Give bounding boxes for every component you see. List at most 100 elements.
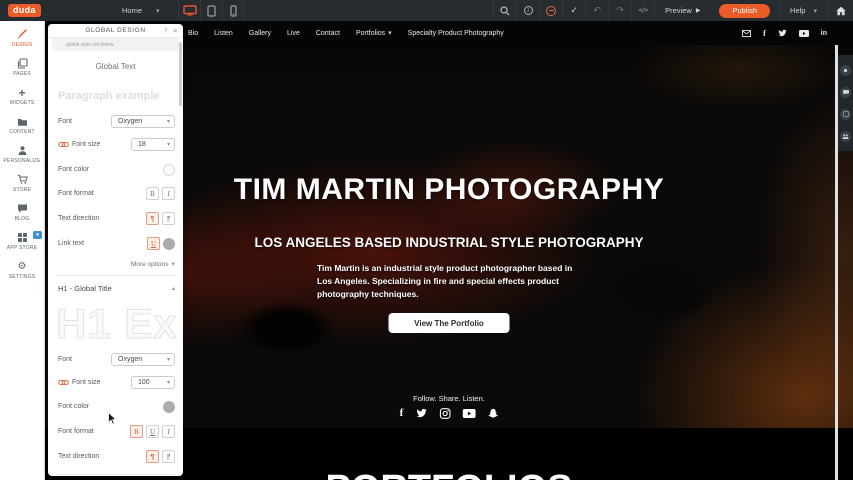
sidebar-item-personalize[interactable]: PERSONALIZE <box>0 140 44 169</box>
chevron-down-icon: ▾ <box>167 356 170 363</box>
snapchat-icon[interactable] <box>487 408 498 419</box>
nav-item-portfolios[interactable]: Portfolios ▾ <box>356 29 392 37</box>
font-format-label: Font format <box>58 428 94 435</box>
nav-item-bio[interactable]: Bio <box>188 30 198 37</box>
direction-ltr-button[interactable]: ¶ <box>146 212 159 225</box>
direction-ltr-button[interactable]: ¶ <box>146 450 159 463</box>
youtube-icon[interactable] <box>462 409 475 418</box>
sidebar-item-content[interactable]: CONTENT <box>0 111 44 140</box>
comments-button[interactable] <box>840 87 851 98</box>
help-menu[interactable]: Help ▾ <box>779 0 827 21</box>
font-color-swatch[interactable] <box>163 164 175 176</box>
h1-section-header[interactable]: H1 - Global Title ▴ <box>58 284 175 293</box>
sidebar-item-pages[interactable]: PAGES <box>0 53 44 82</box>
person-icon <box>17 145 28 156</box>
page-selector-label: Home <box>122 6 142 15</box>
close-icon[interactable]: ✕ <box>173 27 178 35</box>
help-icon[interactable]: ? <box>164 28 168 35</box>
layers-button[interactable] <box>840 109 851 120</box>
font-size-label: Font size <box>72 379 100 386</box>
collapse-icon: ▴ <box>172 285 175 292</box>
linkedin-icon[interactable]: in <box>821 30 827 37</box>
help-label: Help <box>790 6 805 15</box>
tablet-view-button[interactable] <box>200 0 222 21</box>
sidebar-item-store[interactable]: STORE <box>0 169 44 198</box>
dev-mode-button[interactable]: </> <box>631 0 654 21</box>
code-icon: </> <box>638 7 647 14</box>
view-portfolio-button[interactable]: View The Portfolio <box>389 313 510 333</box>
facebook-icon[interactable]: f <box>763 29 766 38</box>
sidebar-item-settings[interactable]: ⚙ SETTINGS <box>0 256 44 285</box>
folder-icon <box>17 116 28 127</box>
direction-rtl-button[interactable]: ¶ <box>162 450 175 463</box>
email-icon[interactable] <box>742 30 751 37</box>
text-direction-row: Text direction ¶ ¶ <box>58 449 175 464</box>
h1-style-preview: H1 Exa <box>56 300 178 348</box>
desktop-icon <box>183 5 197 16</box>
italic-button[interactable]: I <box>162 425 175 438</box>
minus-circle-icon <box>546 6 556 16</box>
nav-item-specialty[interactable]: Specialty Product Photography <box>408 30 504 37</box>
device-switcher <box>178 0 244 21</box>
bold-button[interactable]: B <box>146 187 159 200</box>
font-size-select[interactable]: 100 ▾ <box>131 376 175 389</box>
font-label: Font <box>58 356 72 363</box>
more-options-link[interactable]: More options ▾ <box>131 260 175 268</box>
page-selector[interactable]: Home ▾ <box>122 6 160 15</box>
twitter-icon[interactable] <box>778 29 787 37</box>
sidebar-item-app-store[interactable]: APP STORE ★ <box>0 227 44 256</box>
font-size-select[interactable]: 18 ▾ <box>131 138 175 151</box>
instagram-icon[interactable] <box>439 408 450 419</box>
direction-rtl-button[interactable]: ¶ <box>162 212 175 225</box>
play-icon: ▶ <box>696 7 701 14</box>
chevron-down-icon: ▾ <box>167 379 170 386</box>
editor-sidebar: DESIGN PAGES + WIDGETS CONTENT PERSONALI… <box>0 21 45 480</box>
link-color-swatch[interactable] <box>163 238 175 250</box>
nav-item-gallery[interactable]: Gallery <box>249 30 271 37</box>
panel-scrollbar[interactable] <box>179 42 182 106</box>
chevron-down-icon: ▾ <box>167 118 170 125</box>
sidebar-item-label: BLOG <box>15 216 30 222</box>
link-text-label: Link text <box>58 240 84 247</box>
nav-item-contact[interactable]: Contact <box>316 30 340 37</box>
tablet-icon <box>207 5 216 17</box>
screenshot-button[interactable] <box>840 65 851 76</box>
status-button[interactable] <box>539 0 562 21</box>
italic-button[interactable]: I <box>162 187 175 200</box>
redo-button[interactable]: ↷ <box>608 0 631 21</box>
font-select[interactable]: Oxygen ▾ <box>111 115 175 128</box>
team-icon <box>842 134 849 139</box>
sidebar-item-blog[interactable]: BLOG <box>0 198 44 227</box>
font-value: Oxygen <box>118 356 142 363</box>
dashboard-home-button[interactable] <box>827 0 853 21</box>
sidebar-item-design[interactable]: DESIGN <box>0 24 44 53</box>
text-direction-label: Text direction <box>58 453 99 460</box>
more-options-label: More options <box>131 261 169 268</box>
youtube-icon[interactable] <box>799 30 809 37</box>
undo-button[interactable]: ↶ <box>585 0 608 21</box>
preview-button[interactable]: Preview ▶ <box>654 0 710 21</box>
mobile-view-button[interactable] <box>222 0 244 21</box>
bold-button[interactable]: B <box>130 425 143 438</box>
font-select[interactable]: Oxygen ▾ <box>111 353 175 366</box>
camera-icon <box>843 68 848 73</box>
info-button[interactable]: i <box>516 0 539 21</box>
nav-item-listen[interactable]: Listen <box>214 30 233 37</box>
app-store-badge: ★ <box>33 231 42 239</box>
pages-icon <box>17 58 28 69</box>
team-button[interactable] <box>840 131 851 142</box>
nav-item-live[interactable]: Live <box>287 30 300 37</box>
desktop-view-button[interactable] <box>178 0 200 21</box>
sidebar-item-widgets[interactable]: + WIDGETS <box>0 82 44 111</box>
link-underline-button[interactable]: U <box>147 237 160 250</box>
underline-button[interactable]: U <box>146 425 159 438</box>
save-check-button[interactable]: ✓ <box>562 0 585 21</box>
sidebar-item-label: CONTENT <box>9 129 35 135</box>
duda-logo[interactable]: duda <box>8 4 41 17</box>
search-button[interactable] <box>493 0 516 21</box>
font-color-swatch[interactable] <box>163 401 175 413</box>
font-color-row: Font color <box>58 162 175 177</box>
twitter-icon[interactable] <box>415 408 427 418</box>
publish-button[interactable]: Publish <box>719 4 770 18</box>
facebook-icon[interactable]: f <box>400 407 404 419</box>
